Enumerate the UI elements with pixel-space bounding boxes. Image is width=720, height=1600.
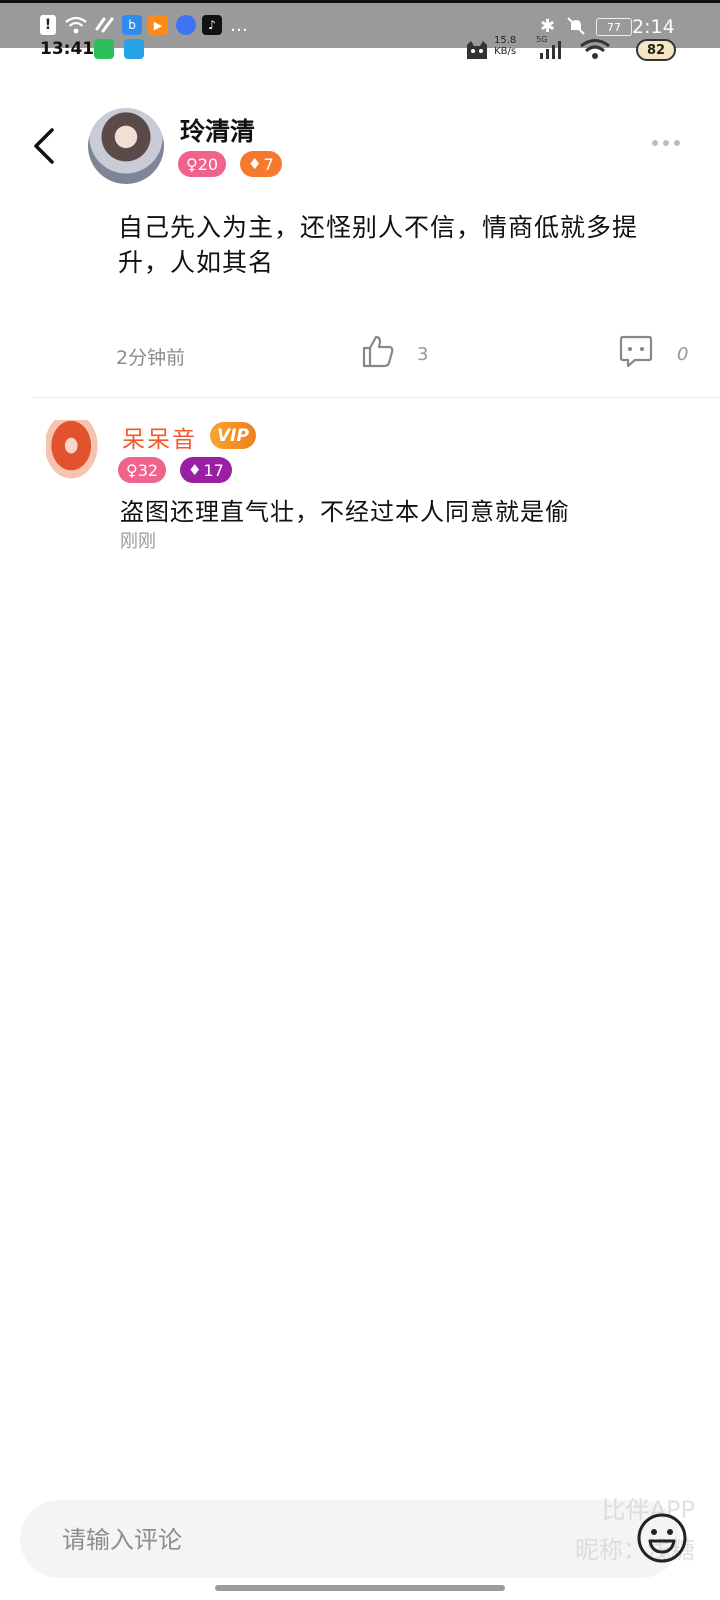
diamond-icon: ♦ (248, 155, 262, 173)
network-speed-value: 15.8 (494, 35, 517, 46)
battery-indicator: 82 (636, 39, 676, 61)
tiktok-icon: ♪ (202, 15, 222, 35)
reply-author-avatar[interactable] (46, 420, 102, 484)
author-avatar[interactable] (88, 108, 164, 184)
game-cat-icon (464, 39, 490, 61)
comment-count: 0 (677, 344, 689, 365)
clock-left: 13:41 (40, 39, 95, 59)
network-speed: 15.8 KB/s (494, 35, 516, 57)
thumbs-up-icon (362, 335, 394, 368)
diamond-icon: ♦ (188, 461, 202, 479)
video-app-icon: ▶ (148, 15, 168, 35)
vip-badge: VIP (210, 422, 256, 449)
comment-input[interactable] (60, 1516, 604, 1564)
dot-icon (663, 140, 669, 146)
qq-icon (124, 39, 144, 59)
reply-content: 盗图还理直气壮，不经过本人同意就是偷 (120, 498, 570, 526)
like-count: 3 (417, 344, 429, 365)
mute-bell-icon (566, 16, 586, 36)
gender-age-badge: ♀20 (178, 151, 227, 177)
smiley-face-icon (637, 1513, 687, 1563)
bluetooth-icon: ✱ (540, 16, 556, 37)
status-bar: ! b ▶ ♪ … 13:41 ✱ 77 2:14 15.8 KB/s 5G 8… (0, 0, 720, 61)
network-type: 5G (536, 35, 548, 44)
wechat-icon (94, 39, 114, 59)
emoji-button[interactable] (634, 1510, 690, 1566)
more-options-button[interactable] (652, 136, 686, 150)
dot-icon (674, 140, 680, 146)
post-content: 自己先入为主，还怪别人不信，情商低就多提升，人如其名 (118, 213, 639, 277)
post-author-name[interactable]: 玲清清 (180, 112, 255, 148)
reply-author-name[interactable]: 呆呆音 (122, 420, 197, 454)
browser-app-icon (176, 15, 196, 35)
clock-right: 2:14 (632, 16, 675, 38)
level-badge: ♦ 17 (180, 457, 232, 483)
home-indicator[interactable] (215, 1585, 505, 1591)
wifi-signal-icon (578, 37, 612, 61)
signal-icon: 5G (536, 35, 566, 61)
app-notification-icon: b (122, 15, 142, 35)
comment-bubble-icon (619, 335, 653, 368)
dot-icon (652, 140, 658, 146)
battery-top-indicator: 77 (596, 18, 632, 36)
more-notifications-icon: … (230, 15, 248, 36)
app-shortcut-icon (94, 15, 116, 35)
back-button[interactable] (26, 124, 66, 168)
chevron-left-icon (34, 128, 54, 164)
divider (32, 397, 720, 398)
comment-button[interactable] (618, 333, 654, 369)
network-speed-unit: KB/s (494, 46, 517, 57)
level-badge: ♦ 7 (240, 151, 282, 177)
like-button[interactable] (360, 333, 396, 369)
wifi-icon (64, 15, 88, 35)
gender-age-badge: ♀32 (118, 457, 167, 483)
reply-timestamp: 刚刚 (120, 531, 156, 552)
post-timestamp: 2分钟前 (116, 347, 186, 369)
notification-alert-icon: ! (40, 15, 56, 35)
